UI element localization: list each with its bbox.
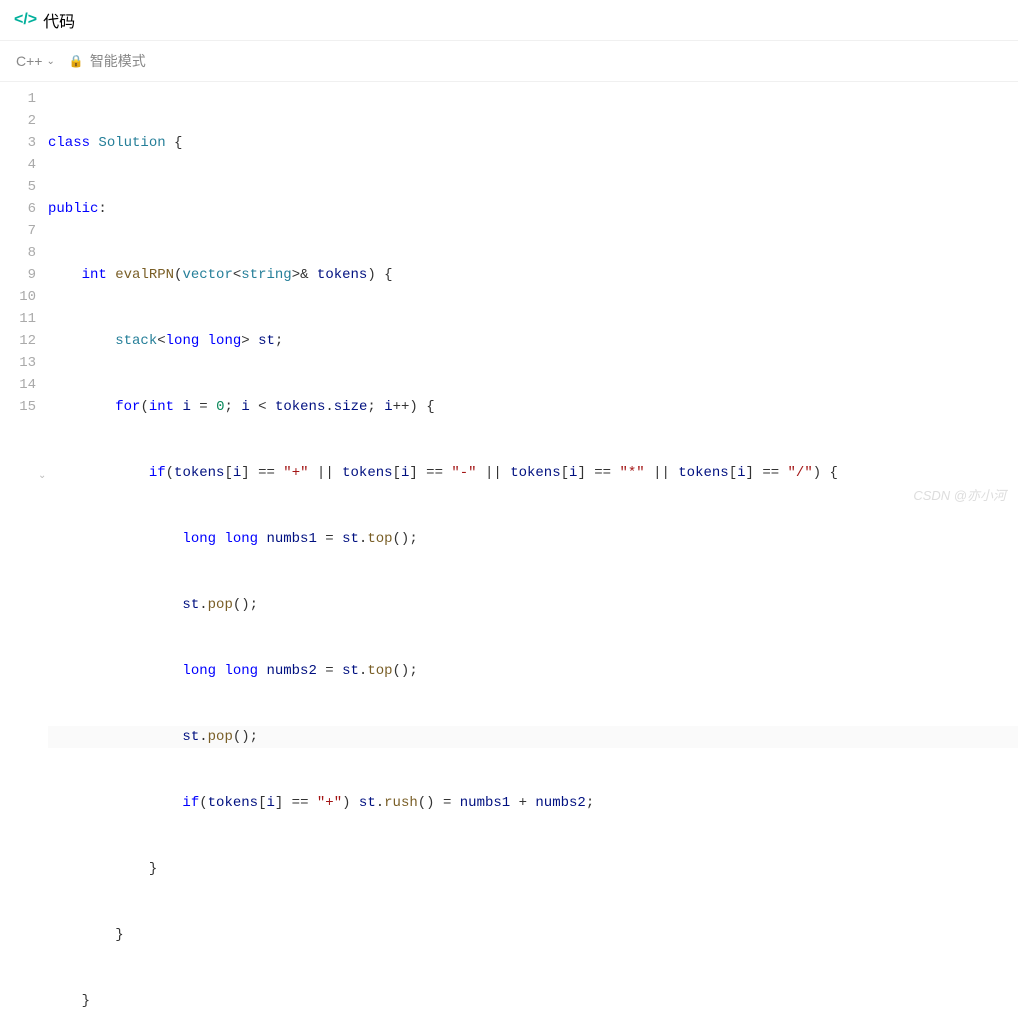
fold-icon[interactable]: ⌄ xyxy=(38,466,46,488)
code-line: for(int i = 0; i < tokens.size; i++) { xyxy=(48,396,1018,418)
mode-indicator: 🔒 智能模式 xyxy=(69,51,146,71)
mode-label: 智能模式 xyxy=(90,51,146,71)
code-area[interactable]: class Solution { public: int evalRPN(vec… xyxy=(48,88,1018,1020)
header-bar: </> 代码 xyxy=(0,0,1018,41)
code-line: public: xyxy=(48,198,1018,220)
line-gutter: 1 2 3 4 5 6 7 8 9 10 11 12 13 14 15 xyxy=(0,88,48,1020)
code-line: } xyxy=(48,990,1018,1012)
code-line: } xyxy=(48,924,1018,946)
chevron-down-icon: ⌄ xyxy=(46,56,54,67)
code-icon: </> xyxy=(14,11,37,29)
code-line: ⌄ if(tokens[i] == "+" || tokens[i] == "-… xyxy=(48,462,1018,484)
code-line: stack<long long> st; xyxy=(48,330,1018,352)
code-line: long long numbs1 = st.top(); xyxy=(48,528,1018,550)
code-line: if(tokens[i] == "+") st.rush() = numbs1 … xyxy=(48,792,1018,814)
language-label: C++ xyxy=(16,53,42,69)
toolbar: C++ ⌄ 🔒 智能模式 xyxy=(0,41,1018,82)
lock-icon: 🔒 xyxy=(69,54,84,68)
header-title: 代码 xyxy=(43,8,75,32)
code-line: class Solution { xyxy=(48,132,1018,154)
code-line: int evalRPN(vector<string>& tokens) { xyxy=(48,264,1018,286)
code-editor[interactable]: 1 2 3 4 5 6 7 8 9 10 11 12 13 14 15 clas… xyxy=(0,82,1018,1020)
code-line: long long numbs2 = st.top(); xyxy=(48,660,1018,682)
code-line: } xyxy=(48,858,1018,880)
code-line: st.pop(); xyxy=(48,726,1018,748)
language-selector[interactable]: C++ ⌄ xyxy=(16,53,55,69)
code-line: st.pop(); xyxy=(48,594,1018,616)
